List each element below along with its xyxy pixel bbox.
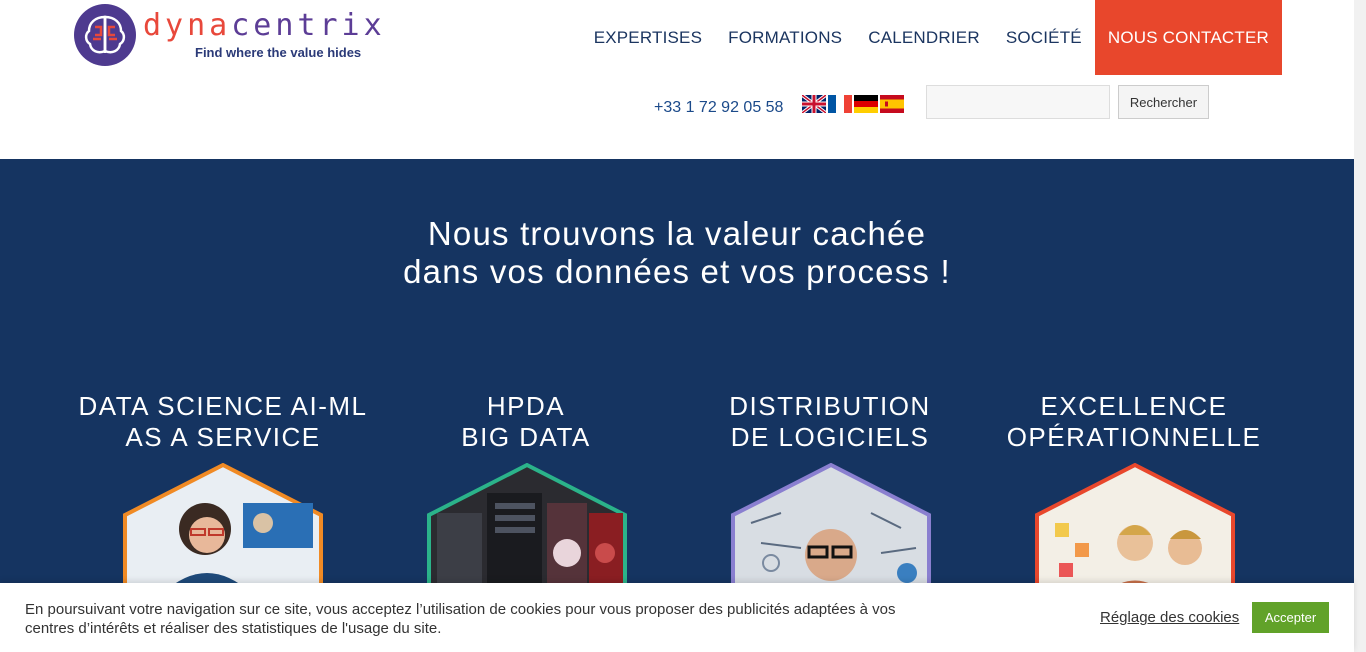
hero-title-line2: dans vos données et vos process ! — [403, 253, 951, 290]
logo-word-part1: dyna — [143, 8, 232, 43]
service-hpda[interactable]: HPDA BIG DATA — [376, 391, 676, 453]
cookie-accept-button[interactable]: Accepter — [1252, 602, 1329, 633]
service-title-line2: DE LOGICIELS — [730, 422, 930, 452]
nav-item-expertises[interactable]: EXPERTISES — [581, 0, 715, 75]
flag-france-icon[interactable] — [828, 95, 852, 113]
service-distribution[interactable]: DISTRIBUTION DE LOGICIELS — [680, 391, 980, 453]
hero-title-line1: Nous trouvons la valeur cachée — [427, 215, 927, 252]
flag-spain-icon[interactable] — [880, 95, 904, 113]
service-data-science[interactable]: DATA SCIENCE AI-ML AS A SERVICE — [73, 391, 373, 453]
search-button[interactable]: Rechercher — [1118, 85, 1209, 119]
logo-wordmark: dynacentrix — [143, 11, 386, 41]
service-title-line2: AS A SERVICE — [125, 422, 321, 452]
service-title-line1: HPDA — [486, 391, 566, 421]
logo-tagline: Find where the value hides — [195, 45, 362, 60]
page-scrollbar[interactable] — [1354, 0, 1366, 652]
search-input[interactable] — [926, 85, 1110, 119]
logo-word-part2: centrix — [231, 8, 386, 43]
service-title-line2: BIG DATA — [461, 422, 591, 452]
hero-section: Nous trouvons la valeur cachée dans vos … — [0, 159, 1354, 652]
flag-uk-icon[interactable] — [802, 95, 826, 113]
service-title-line1: DATA SCIENCE AI-ML — [78, 391, 368, 421]
nav-item-societe[interactable]: SOCIÉTÉ — [993, 0, 1095, 75]
brain-logo-icon — [74, 4, 136, 66]
phone-number[interactable]: +33 1 72 92 05 58 — [654, 99, 783, 117]
cookie-notice-text: En poursuivant votre navigation sur ce s… — [25, 601, 896, 637]
nav-item-formations[interactable]: FORMATIONS — [715, 0, 855, 75]
main-nav: EXPERTISES FORMATIONS CALENDRIER SOCIÉTÉ… — [581, 0, 1282, 75]
nav-item-contact-button[interactable]: NOUS CONTACTER — [1094, 0, 1282, 75]
language-switcher — [802, 95, 904, 113]
service-title-line2: OPÉRATIONNELLE — [1006, 422, 1262, 452]
service-title-line1: EXCELLENCE — [1040, 391, 1228, 421]
service-excellence[interactable]: EXCELLENCE OPÉRATIONNELLE — [984, 391, 1284, 453]
service-title-line1: DISTRIBUTION — [729, 391, 931, 421]
logo[interactable]: dynacentrix Find where the value hides — [73, 3, 382, 69]
cookie-settings-link[interactable]: Réglage des cookies — [1100, 609, 1239, 626]
site-header: dynacentrix Find where the value hides E… — [0, 0, 1354, 159]
flag-germany-icon[interactable] — [854, 95, 878, 113]
cookie-banner: En poursuivant votre navigation sur ce s… — [0, 583, 1354, 652]
nav-item-calendrier[interactable]: CALENDRIER — [855, 0, 993, 75]
